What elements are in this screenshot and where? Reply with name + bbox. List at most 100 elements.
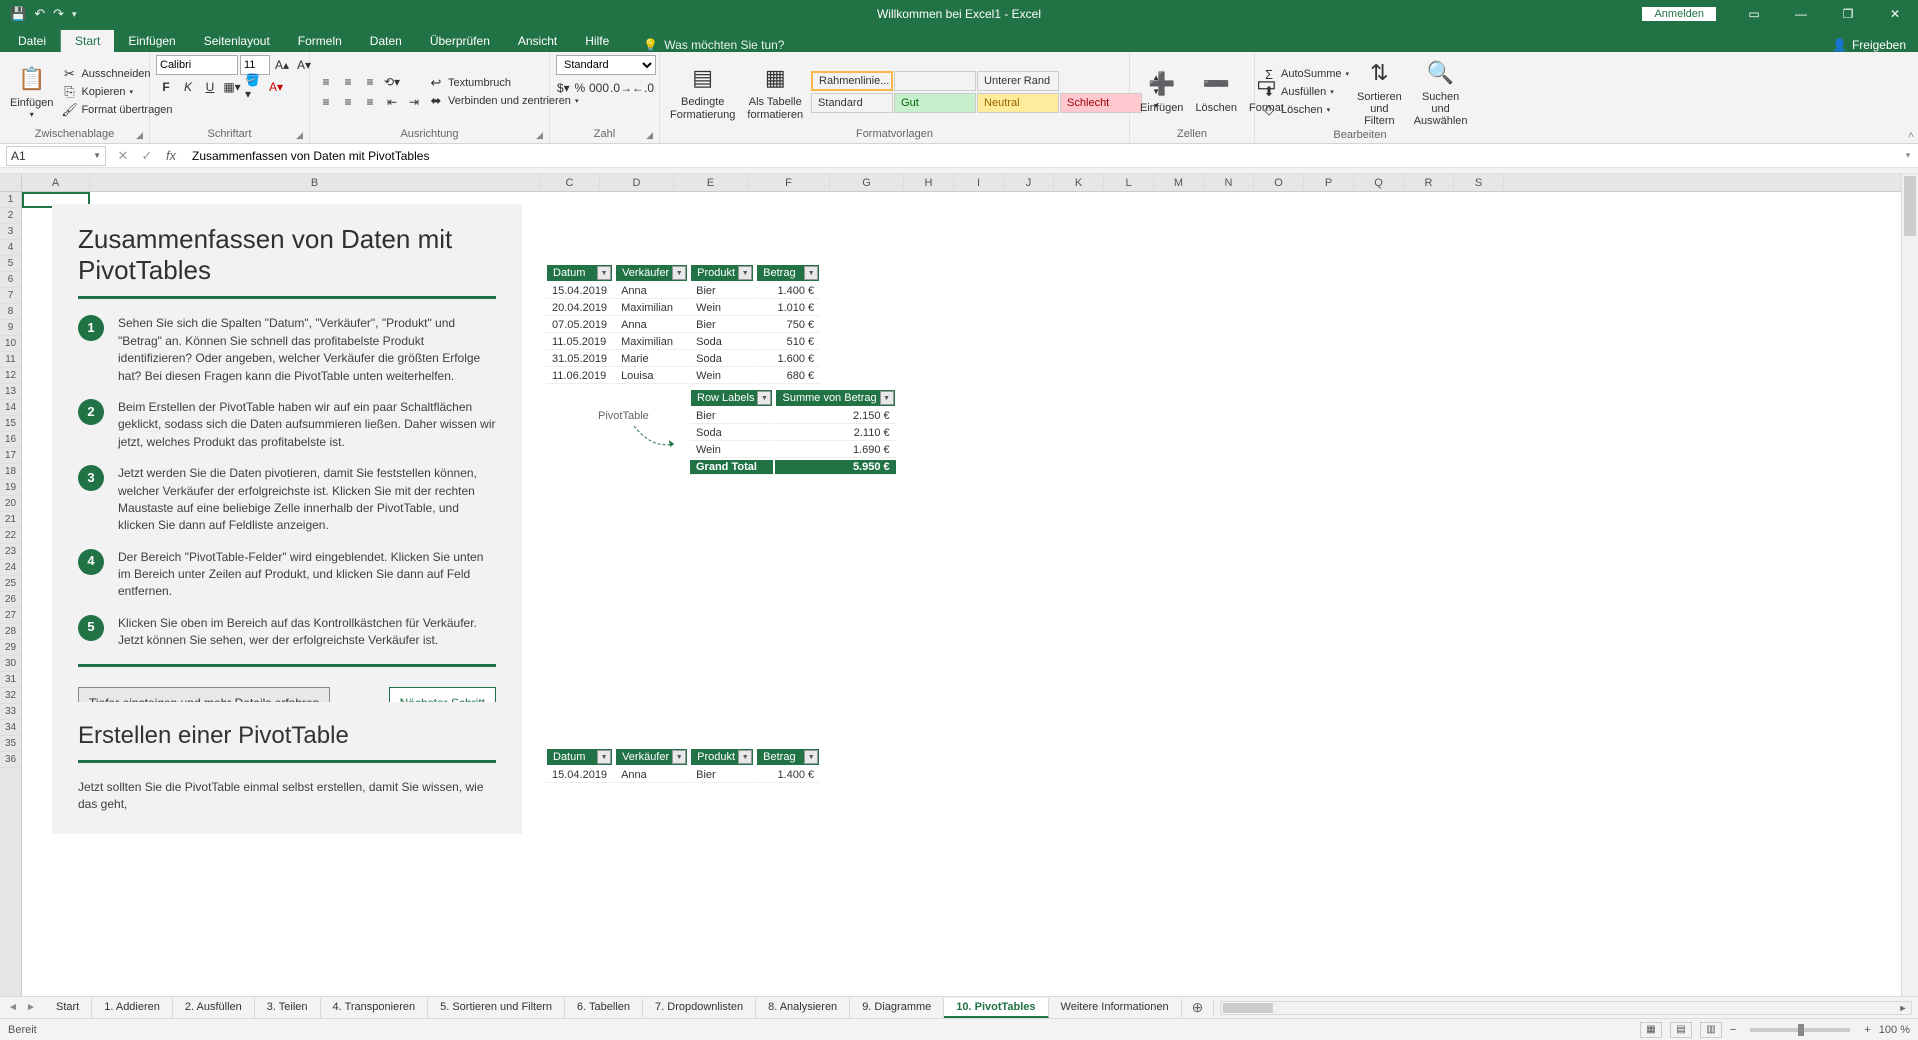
insert-function-icon[interactable]: fx: [160, 146, 182, 166]
filter-dropdown-icon[interactable]: ▼: [738, 750, 752, 764]
col-header[interactable]: N: [1204, 174, 1254, 191]
find-select-button[interactable]: 🔍Suchen und Auswählen: [1410, 55, 1472, 129]
scrollbar-thumb[interactable]: [1904, 176, 1916, 236]
col-header[interactable]: M: [1154, 174, 1204, 191]
table-cell[interactable]: Soda: [690, 335, 754, 350]
sheet-tab[interactable]: 9. Diagramme: [850, 998, 944, 1018]
filter-dropdown-icon[interactable]: ▼: [672, 750, 686, 764]
new-sheet-button[interactable]: ⊕: [1182, 999, 1215, 1016]
enter-formula-icon[interactable]: ✓: [136, 146, 158, 166]
expand-formula-bar-icon[interactable]: ▾: [1898, 150, 1918, 161]
redo-icon[interactable]: ↷: [53, 6, 64, 22]
align-launcher-icon[interactable]: ◢: [536, 130, 543, 141]
name-box[interactable]: A1▼: [6, 146, 106, 166]
col-header[interactable]: H: [904, 174, 954, 191]
number-format-select[interactable]: Standard: [556, 55, 656, 75]
table-cell[interactable]: Bier: [690, 768, 754, 783]
col-header[interactable]: E: [674, 174, 748, 191]
conditional-formatting-button[interactable]: ▤Bedingte Formatierung: [666, 60, 739, 122]
table-cell[interactable]: Maximilian: [615, 301, 688, 316]
font-size-select[interactable]: [240, 55, 270, 75]
table-cell[interactable]: Marie: [615, 352, 688, 367]
sheet-tab[interactable]: 4. Transponieren: [321, 998, 429, 1018]
table-cell[interactable]: 680 €: [756, 369, 820, 384]
table-cell[interactable]: Wein: [690, 369, 754, 384]
ribbon-tab-hilfe[interactable]: Hilfe: [571, 30, 623, 52]
table-cell[interactable]: Anna: [615, 284, 688, 299]
cell-style-standard[interactable]: Standard: [811, 93, 893, 113]
align-bottom-icon[interactable]: ≡: [360, 72, 380, 92]
table-cell[interactable]: 750 €: [756, 318, 820, 333]
row-header[interactable]: 29: [0, 640, 21, 656]
table-cell[interactable]: 1.690 €: [775, 443, 895, 458]
sheet-nav-prev-icon[interactable]: ◄: [4, 1002, 22, 1013]
table-cell[interactable]: 1.400 €: [756, 768, 820, 783]
tell-me-search[interactable]: 💡 Was möchten Sie tun?: [643, 38, 784, 52]
font-color-button[interactable]: A▾: [266, 77, 286, 97]
table-cell[interactable]: 20.04.2019: [546, 301, 613, 316]
vertical-scrollbar[interactable]: [1901, 174, 1918, 996]
table-cell[interactable]: 07.05.2019: [546, 318, 613, 333]
row-header[interactable]: 33: [0, 704, 21, 720]
table-header[interactable]: Produkt▼: [690, 748, 754, 766]
row-header[interactable]: 17: [0, 448, 21, 464]
row-header[interactable]: 5: [0, 256, 21, 272]
ribbon-tab-einfügen[interactable]: Einfügen: [114, 30, 189, 52]
col-header[interactable]: F: [748, 174, 830, 191]
table-cell[interactable]: Wein: [690, 443, 773, 458]
table-header[interactable]: Summe von Betrag▼: [775, 389, 895, 407]
col-header[interactable]: A: [22, 174, 90, 191]
filter-dropdown-icon[interactable]: ▼: [597, 750, 611, 764]
cell-style-bottom-border[interactable]: Unterer Rand: [977, 71, 1059, 91]
row-header[interactable]: 34: [0, 720, 21, 736]
normal-view-icon[interactable]: ▦: [1640, 1022, 1662, 1038]
row-header[interactable]: 8: [0, 304, 21, 320]
col-header[interactable]: C: [540, 174, 600, 191]
row-header[interactable]: 35: [0, 736, 21, 752]
row-header[interactable]: 32: [0, 688, 21, 704]
sheet-tab[interactable]: Start: [44, 998, 92, 1018]
filter-dropdown-icon[interactable]: ▼: [672, 266, 686, 280]
sheet-tab[interactable]: 10. PivotTables: [944, 998, 1048, 1018]
paste-button[interactable]: 📋 Einfügen ▾: [6, 61, 57, 122]
qat-customize-icon[interactable]: ▾: [72, 9, 77, 20]
comma-icon[interactable]: 000: [589, 78, 609, 98]
align-top-icon[interactable]: ≡: [316, 72, 336, 92]
table-cell[interactable]: 15.04.2019: [546, 284, 613, 299]
col-header[interactable]: L: [1104, 174, 1154, 191]
cell-style-empty[interactable]: [894, 71, 976, 91]
row-header[interactable]: 31: [0, 672, 21, 688]
zoom-level[interactable]: 100 %: [1879, 1024, 1910, 1036]
formula-input[interactable]: [186, 146, 1898, 166]
table-header[interactable]: Verkäufer▼: [615, 748, 688, 766]
number-launcher-icon[interactable]: ◢: [646, 130, 653, 141]
row-header[interactable]: 27: [0, 608, 21, 624]
row-header[interactable]: 6: [0, 272, 21, 288]
sheet-tab[interactable]: 5. Sortieren und Filtern: [428, 998, 565, 1018]
table-cell[interactable]: Louisa: [615, 369, 688, 384]
row-header[interactable]: 19: [0, 480, 21, 496]
hscroll-thumb[interactable]: [1223, 1003, 1273, 1013]
increase-font-icon[interactable]: A▴: [272, 55, 292, 75]
bold-button[interactable]: F: [156, 77, 176, 97]
insert-cells-button[interactable]: ➕Einfügen: [1136, 66, 1187, 116]
sheet-tab[interactable]: 6. Tabellen: [565, 998, 643, 1018]
col-header[interactable]: D: [600, 174, 674, 191]
collapse-ribbon-icon[interactable]: ˄: [1908, 130, 1914, 141]
cell-style-good[interactable]: Gut: [894, 93, 976, 113]
inc-decimal-icon[interactable]: .0→: [611, 78, 631, 98]
fill-color-button[interactable]: 🪣▾: [244, 77, 264, 97]
filter-dropdown-icon[interactable]: ▼: [597, 266, 611, 280]
row-header[interactable]: 13: [0, 384, 21, 400]
table-cell[interactable]: 31.05.2019: [546, 352, 613, 367]
table-cell[interactable]: 510 €: [756, 335, 820, 350]
table-header[interactable]: Betrag▼: [756, 748, 820, 766]
table-cell[interactable]: 1.600 €: [756, 352, 820, 367]
ribbon-tab-ansicht[interactable]: Ansicht: [504, 30, 571, 52]
indent-dec-icon[interactable]: ⇤: [382, 92, 402, 112]
ribbon-tab-formeln[interactable]: Formeln: [284, 30, 356, 52]
col-header[interactable]: B: [90, 174, 540, 191]
table-header[interactable]: Betrag▼: [756, 264, 820, 282]
ribbon-tab-start[interactable]: Start: [61, 30, 114, 52]
row-header[interactable]: 22: [0, 528, 21, 544]
